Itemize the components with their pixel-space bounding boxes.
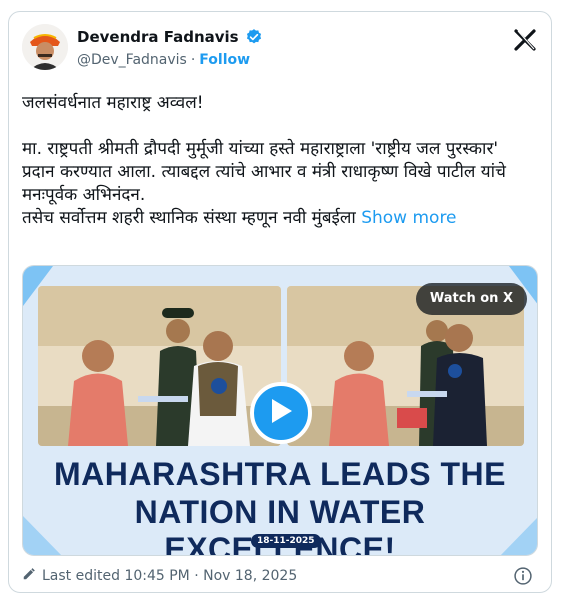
author-handle[interactable]: @Dev_Fadnavis xyxy=(77,52,187,68)
photo-award-ceremony-left xyxy=(38,286,281,446)
edit-history[interactable]: Last edited 10:45 PM · Nov 18, 2025 xyxy=(22,567,297,585)
tweet-card: Devendra Fadnavis @Dev_Fadnavis · Follow… xyxy=(8,11,552,593)
edited-timestamp[interactable]: Last edited 10:45 PM · Nov 18, 2025 xyxy=(42,568,297,584)
info-icon[interactable] xyxy=(513,566,533,586)
video-media[interactable]: MAHARASHTRA LEADS THE NATION IN WATER EX… xyxy=(22,265,538,556)
verified-badge-icon xyxy=(245,28,263,46)
tweet-headline: जलसंवर्धनात महाराष्ट्र अव्वल! xyxy=(22,93,204,113)
pencil-icon xyxy=(22,567,36,585)
media-date-badge: 18-11-2025 xyxy=(251,534,321,548)
author-avatar[interactable] xyxy=(22,24,68,70)
author-name-row[interactable]: Devendra Fadnavis xyxy=(77,28,263,46)
author-name[interactable]: Devendra Fadnavis xyxy=(77,28,239,46)
x-logo-icon[interactable] xyxy=(513,28,537,52)
watch-on-x-button[interactable]: Watch on X xyxy=(415,283,527,315)
separator-dot: · xyxy=(190,52,196,68)
show-more-link[interactable]: Show more xyxy=(361,208,456,228)
author-handle-row: @Dev_Fadnavis · Follow xyxy=(77,52,250,68)
play-icon xyxy=(268,397,294,429)
follow-button[interactable]: Follow xyxy=(199,52,250,68)
media-headline-line1: MAHARASHTRA LEADS THE xyxy=(54,456,506,492)
tweet-text: जलसंवर्धनात महाराष्ट्र अव्वल! मा. राष्ट्… xyxy=(22,92,522,230)
play-button[interactable] xyxy=(250,382,312,444)
